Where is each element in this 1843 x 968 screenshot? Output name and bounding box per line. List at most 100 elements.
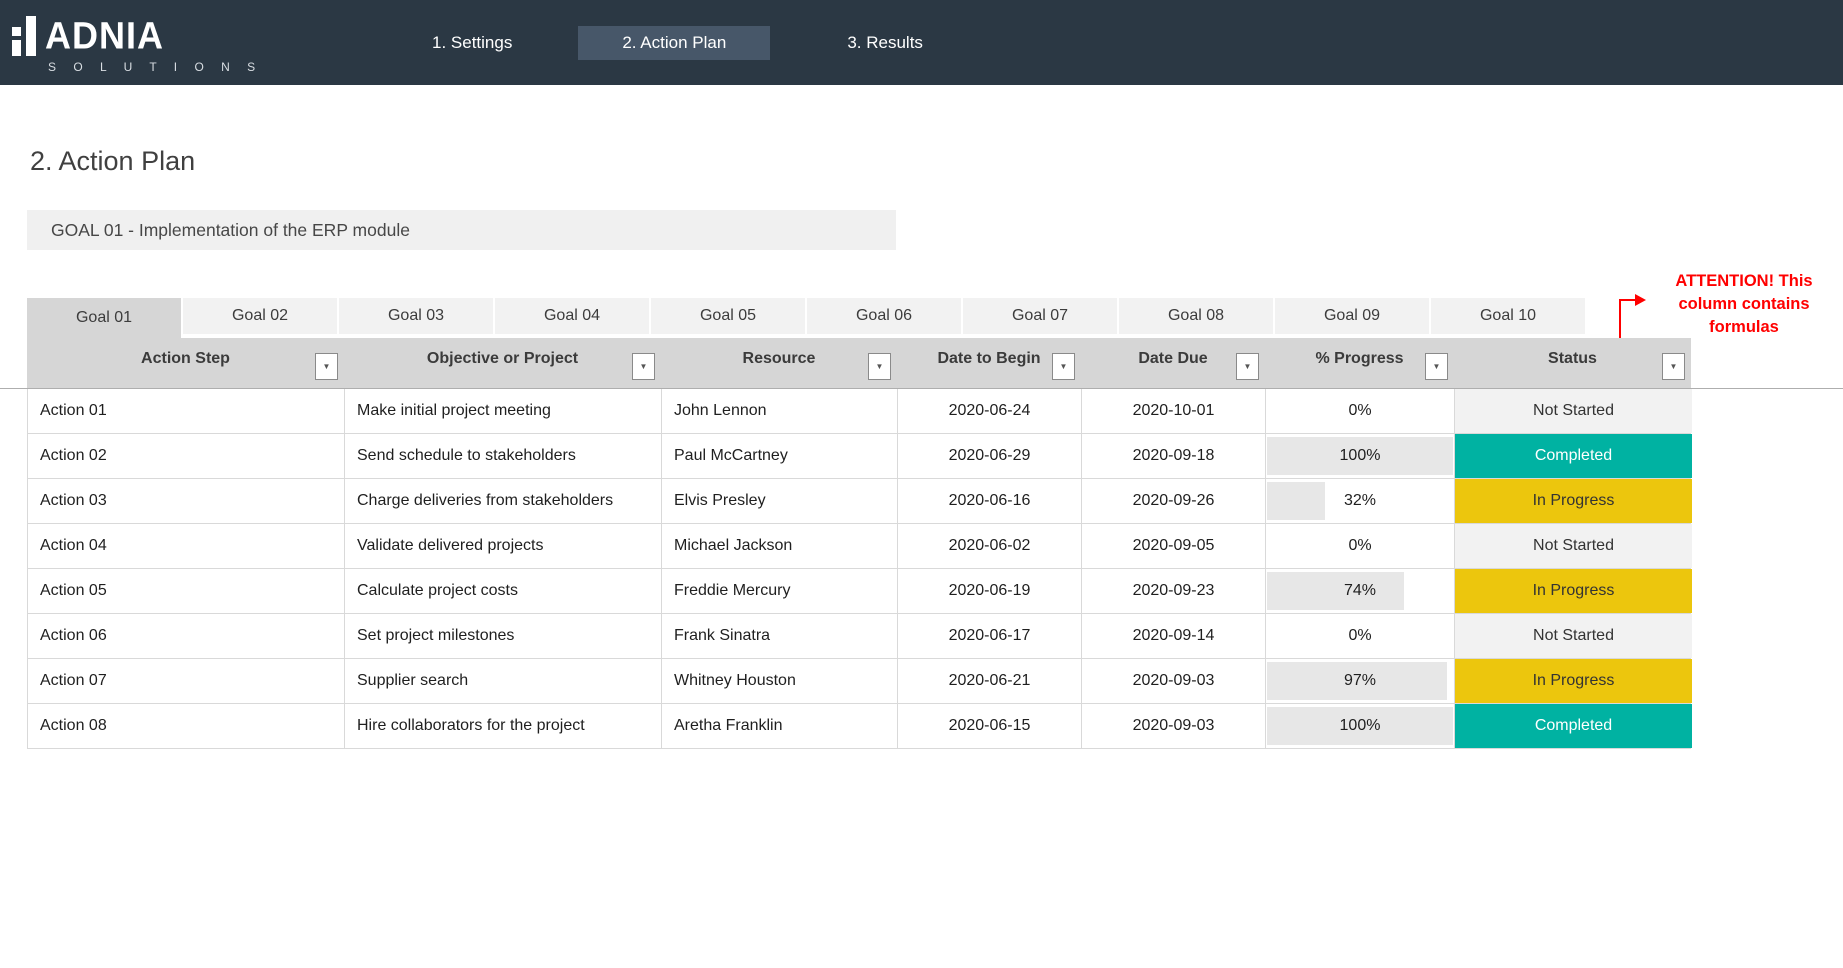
tab-goal-04[interactable]: Goal 04 bbox=[495, 298, 649, 334]
filter-dropdown-button-status[interactable]: ▼ bbox=[1662, 353, 1685, 380]
cell-objective[interactable]: Send schedule to stakeholders bbox=[345, 434, 662, 478]
cell-action-step[interactable]: Action 01 bbox=[28, 389, 345, 433]
cell-resource[interactable]: Freddie Mercury bbox=[662, 569, 898, 613]
column-header-date-to-begin: Date to Begin▼ bbox=[897, 338, 1081, 388]
cell-action-step[interactable]: Action 07 bbox=[28, 659, 345, 703]
column-header-label: Status bbox=[1454, 350, 1691, 368]
progress-value: 0% bbox=[1266, 627, 1454, 645]
tab-goal-01[interactable]: Goal 01 bbox=[27, 298, 181, 338]
status-badge: In Progress bbox=[1455, 659, 1692, 703]
cell-date-begin[interactable]: 2020-06-19 bbox=[898, 569, 1082, 613]
cell-date-begin[interactable]: 2020-06-15 bbox=[898, 704, 1082, 748]
cell-progress[interactable]: 100% bbox=[1266, 434, 1455, 478]
cell-progress[interactable]: 0% bbox=[1266, 614, 1455, 658]
tab-goal-09[interactable]: Goal 09 bbox=[1275, 298, 1429, 334]
cell-date-begin[interactable]: 2020-06-17 bbox=[898, 614, 1082, 658]
cell-objective[interactable]: Hire collaborators for the project bbox=[345, 704, 662, 748]
cell-date-begin[interactable]: 2020-06-16 bbox=[898, 479, 1082, 523]
cell-resource[interactable]: Michael Jackson bbox=[662, 524, 898, 568]
nav-1-settings[interactable]: 1. Settings bbox=[430, 25, 514, 61]
cell-progress[interactable]: 32% bbox=[1266, 479, 1455, 523]
nav-3-results[interactable]: 3. Results bbox=[847, 33, 923, 53]
table-row: Action 02Send schedule to stakeholdersPa… bbox=[28, 434, 1691, 479]
cell-date-due[interactable]: 2020-09-14 bbox=[1082, 614, 1266, 658]
adnia-logo: ADNIA S O L U T I O N S bbox=[12, 12, 312, 74]
cell-progress[interactable]: 97% bbox=[1266, 659, 1455, 703]
cell-objective[interactable]: Validate delivered projects bbox=[345, 524, 662, 568]
progress-value: 0% bbox=[1266, 537, 1454, 555]
filter-dropdown-button-objective-or-project[interactable]: ▼ bbox=[632, 353, 655, 380]
cell-date-begin[interactable]: 2020-06-02 bbox=[898, 524, 1082, 568]
cell-status[interactable]: Not Started bbox=[1455, 614, 1692, 658]
cell-action-step[interactable]: Action 05 bbox=[28, 569, 345, 613]
cell-progress[interactable]: 0% bbox=[1266, 524, 1455, 568]
cell-date-due[interactable]: 2020-09-03 bbox=[1082, 704, 1266, 748]
cell-progress[interactable]: 0% bbox=[1266, 389, 1455, 433]
cell-objective[interactable]: Supplier search bbox=[345, 659, 662, 703]
table-header-row: Action Step▼Objective or Project▼Resourc… bbox=[27, 338, 1691, 388]
filter-dropdown-button-action-step[interactable]: ▼ bbox=[315, 353, 338, 380]
column-header-action-step: Action Step▼ bbox=[27, 338, 344, 388]
cell-date-due[interactable]: 2020-09-05 bbox=[1082, 524, 1266, 568]
cell-date-due[interactable]: 2020-10-01 bbox=[1082, 389, 1266, 433]
status-badge: Completed bbox=[1455, 434, 1692, 478]
cell-status[interactable]: Not Started bbox=[1455, 524, 1692, 568]
column-header-progress: % Progress▼ bbox=[1265, 338, 1454, 388]
cell-date-due[interactable]: 2020-09-18 bbox=[1082, 434, 1266, 478]
column-header-label: Objective or Project bbox=[344, 350, 661, 368]
table-row: Action 06Set project milestonesFrank Sin… bbox=[28, 614, 1691, 659]
cell-status[interactable]: In Progress bbox=[1455, 569, 1692, 613]
table-row: Action 03Charge deliveries from stakehol… bbox=[28, 479, 1691, 524]
formula-warning-note: ATTENTION! This column contains formulas bbox=[1655, 270, 1833, 339]
cell-action-step[interactable]: Action 06 bbox=[28, 614, 345, 658]
cell-action-step[interactable]: Action 03 bbox=[28, 479, 345, 523]
cell-status[interactable]: In Progress bbox=[1455, 479, 1692, 523]
cell-objective[interactable]: Make initial project meeting bbox=[345, 389, 662, 433]
nav-2-action-plan[interactable]: 2. Action Plan bbox=[578, 26, 770, 60]
filter-dropdown-button-date-to-begin[interactable]: ▼ bbox=[1052, 353, 1075, 380]
tab-goal-07[interactable]: Goal 07 bbox=[963, 298, 1117, 334]
cell-resource[interactable]: John Lennon bbox=[662, 389, 898, 433]
filter-dropdown-icon: ▼ bbox=[1060, 362, 1068, 371]
cell-action-step[interactable]: Action 04 bbox=[28, 524, 345, 568]
tab-goal-06[interactable]: Goal 06 bbox=[807, 298, 961, 334]
cell-progress[interactable]: 74% bbox=[1266, 569, 1455, 613]
cell-resource[interactable]: Paul McCartney bbox=[662, 434, 898, 478]
tab-goal-10[interactable]: Goal 10 bbox=[1431, 298, 1585, 334]
cell-date-begin[interactable]: 2020-06-21 bbox=[898, 659, 1082, 703]
tab-goal-02[interactable]: Goal 02 bbox=[183, 298, 337, 334]
annotation-arrow-head-icon bbox=[1635, 294, 1646, 306]
cell-action-step[interactable]: Action 02 bbox=[28, 434, 345, 478]
cell-date-begin[interactable]: 2020-06-24 bbox=[898, 389, 1082, 433]
filter-dropdown-button-date-due[interactable]: ▼ bbox=[1236, 353, 1259, 380]
progress-value: 0% bbox=[1266, 402, 1454, 420]
cell-date-due[interactable]: 2020-09-26 bbox=[1082, 479, 1266, 523]
tab-goal-08[interactable]: Goal 08 bbox=[1119, 298, 1273, 334]
cell-progress[interactable]: 100% bbox=[1266, 704, 1455, 748]
cell-resource[interactable]: Whitney Houston bbox=[662, 659, 898, 703]
bar-chart-logo-icon bbox=[12, 16, 42, 56]
cell-resource[interactable]: Aretha Franklin bbox=[662, 704, 898, 748]
table-row: Action 05Calculate project costsFreddie … bbox=[28, 569, 1691, 614]
cell-status[interactable]: Completed bbox=[1455, 704, 1692, 748]
cell-date-begin[interactable]: 2020-06-29 bbox=[898, 434, 1082, 478]
cell-status[interactable]: In Progress bbox=[1455, 659, 1692, 703]
cell-objective[interactable]: Calculate project costs bbox=[345, 569, 662, 613]
cell-objective[interactable]: Charge deliveries from stakeholders bbox=[345, 479, 662, 523]
cell-action-step[interactable]: Action 08 bbox=[28, 704, 345, 748]
cell-status[interactable]: Completed bbox=[1455, 434, 1692, 478]
filter-dropdown-button-resource[interactable]: ▼ bbox=[868, 353, 891, 380]
cell-resource[interactable]: Frank Sinatra bbox=[662, 614, 898, 658]
filter-dropdown-button-progress[interactable]: ▼ bbox=[1425, 353, 1448, 380]
filter-dropdown-icon: ▼ bbox=[640, 362, 648, 371]
table-row: Action 08Hire collaborators for the proj… bbox=[28, 704, 1691, 749]
cell-objective[interactable]: Set project milestones bbox=[345, 614, 662, 658]
tab-goal-05[interactable]: Goal 05 bbox=[651, 298, 805, 334]
status-badge: In Progress bbox=[1455, 479, 1692, 523]
cell-resource[interactable]: Elvis Presley bbox=[662, 479, 898, 523]
cell-status[interactable]: Not Started bbox=[1455, 389, 1692, 433]
status-badge: Not Started bbox=[1455, 614, 1692, 658]
cell-date-due[interactable]: 2020-09-23 bbox=[1082, 569, 1266, 613]
tab-goal-03[interactable]: Goal 03 bbox=[339, 298, 493, 334]
cell-date-due[interactable]: 2020-09-03 bbox=[1082, 659, 1266, 703]
